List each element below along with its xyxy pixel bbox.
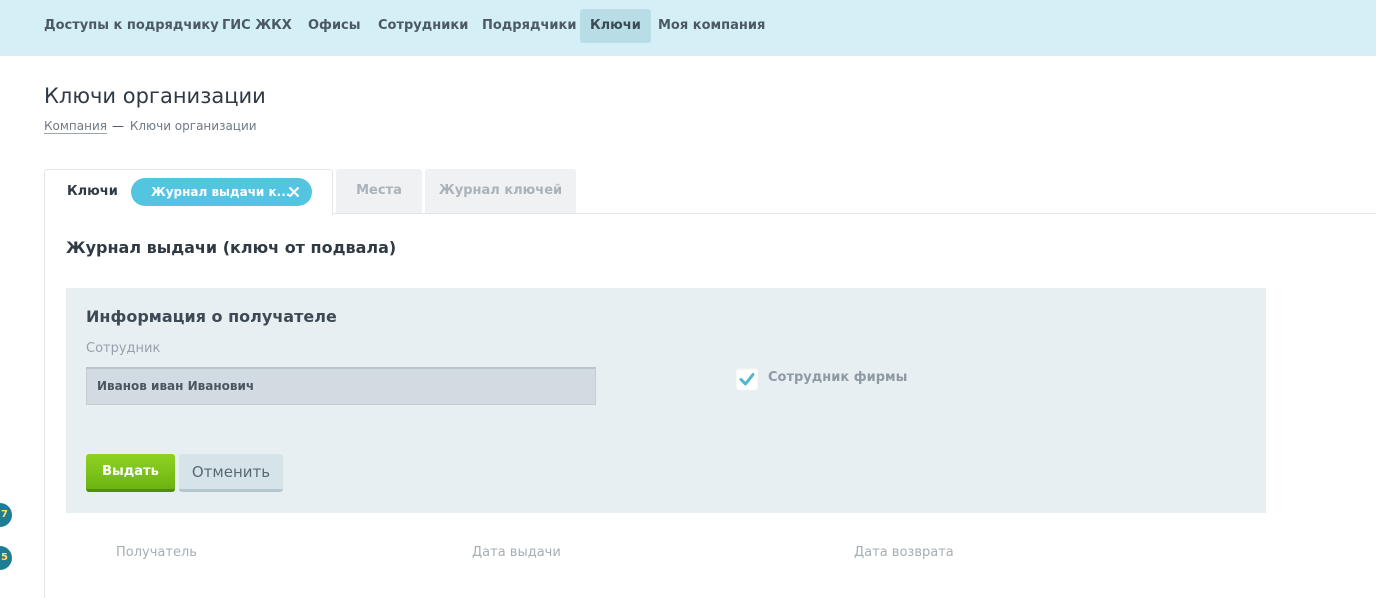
check-icon — [739, 373, 755, 386]
breadcrumb: Компания — Ключи организации — [44, 119, 257, 134]
page-title: Ключи организации — [44, 84, 266, 108]
nav-item-gis-zhkh[interactable]: ГИС ЖКХ — [212, 9, 302, 43]
side-badge-7[interactable]: 7 — [0, 503, 12, 527]
nav-item-contractors[interactable]: Подрядчики — [472, 9, 586, 43]
recipient-panel: Информация о получателе Сотрудник Иванов… — [66, 288, 1266, 513]
nav-item-keys[interactable]: Ключи — [580, 9, 651, 43]
nav-item-contractor-access[interactable]: Доступы к подрядчику — [34, 9, 229, 43]
tab-issue-journal-pill[interactable]: Журнал выдачи к... — [131, 178, 312, 206]
tab-places[interactable]: Места — [336, 169, 422, 213]
section-title: Журнал выдачи (ключ от подвала) — [66, 238, 397, 257]
cancel-button[interactable]: Отменить — [179, 454, 283, 492]
company-employee-checkbox[interactable] — [736, 368, 758, 390]
nav-item-offices[interactable]: Офисы — [298, 9, 371, 43]
tab-keys[interactable]: Ключи Журнал выдачи к... — [44, 169, 333, 215]
employee-field[interactable]: Иванов иван Иванович — [86, 367, 596, 405]
close-icon[interactable] — [288, 186, 300, 198]
side-badge-5[interactable]: 5 — [0, 546, 12, 570]
recipient-title: Информация о получателе — [86, 307, 337, 326]
nav-item-employees[interactable]: Сотрудники — [368, 9, 478, 43]
content-border — [44, 213, 45, 598]
breadcrumb-link-company[interactable]: Компания — [44, 119, 107, 134]
tabs-divider — [333, 213, 1376, 214]
column-header-return-date[interactable]: Дата возврата — [854, 545, 954, 560]
tab-keys-journal[interactable]: Журнал ключей — [425, 169, 576, 213]
nav-item-my-company[interactable]: Моя компания — [648, 9, 775, 43]
column-header-issue-date[interactable]: Дата выдачи — [472, 545, 561, 560]
tab-keys-label[interactable]: Ключи — [67, 184, 118, 199]
company-employee-label[interactable]: Сотрудник фирмы — [768, 370, 907, 385]
breadcrumb-separator: — — [111, 119, 124, 133]
issue-button[interactable]: Выдать — [86, 454, 175, 492]
breadcrumb-current: Ключи организации — [129, 119, 257, 133]
column-header-recipient[interactable]: Получатель — [116, 545, 197, 560]
employee-label: Сотрудник — [86, 341, 161, 356]
top-nav: Доступы к подрядчику ГИС ЖКХ Офисы Сотру… — [0, 0, 1376, 56]
pill-label: Журнал выдачи к... — [151, 185, 291, 199]
